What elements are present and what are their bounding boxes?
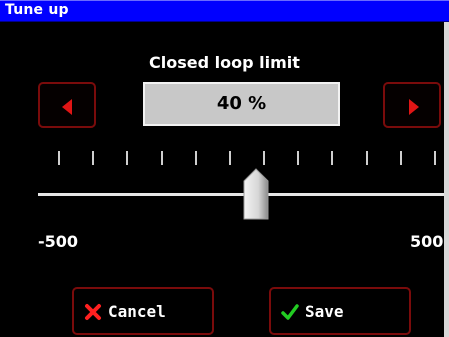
slider-tick [229, 151, 231, 165]
slider-track[interactable] [38, 193, 444, 196]
right-arrow-icon [409, 99, 419, 115]
slider-tick [331, 151, 333, 165]
value-display: 40 % [143, 82, 340, 126]
slider-tick [58, 151, 60, 165]
slider-tick [297, 151, 299, 165]
save-label: Save [305, 302, 344, 321]
slider-tick [400, 151, 402, 165]
slider-tick [161, 151, 163, 165]
setting-label: Closed loop limit [149, 53, 300, 72]
left-arrow-icon [62, 99, 72, 115]
title-bar: Tune up [0, 0, 449, 22]
slider-tick [434, 151, 436, 165]
slider-tick [263, 151, 265, 165]
slider-thumb[interactable] [243, 168, 269, 220]
check-mark-icon [281, 304, 299, 320]
x-mark-icon [85, 304, 101, 320]
slider-min-label: -500 [38, 232, 79, 251]
decrease-button[interactable] [38, 82, 96, 128]
slider-tick [126, 151, 128, 165]
save-button[interactable]: Save [269, 287, 411, 335]
slider-tick [366, 151, 368, 165]
tune-up-dialog: Tune up Closed loop limit 40 % -500 500 … [0, 0, 449, 337]
cancel-button[interactable]: Cancel [72, 287, 214, 335]
slider-max-label: 500 [410, 232, 444, 251]
window-title: Tune up [5, 2, 69, 18]
increase-button[interactable] [383, 82, 441, 128]
cancel-label: Cancel [108, 302, 166, 321]
slider-tick [195, 151, 197, 165]
slider-tick [92, 151, 94, 165]
